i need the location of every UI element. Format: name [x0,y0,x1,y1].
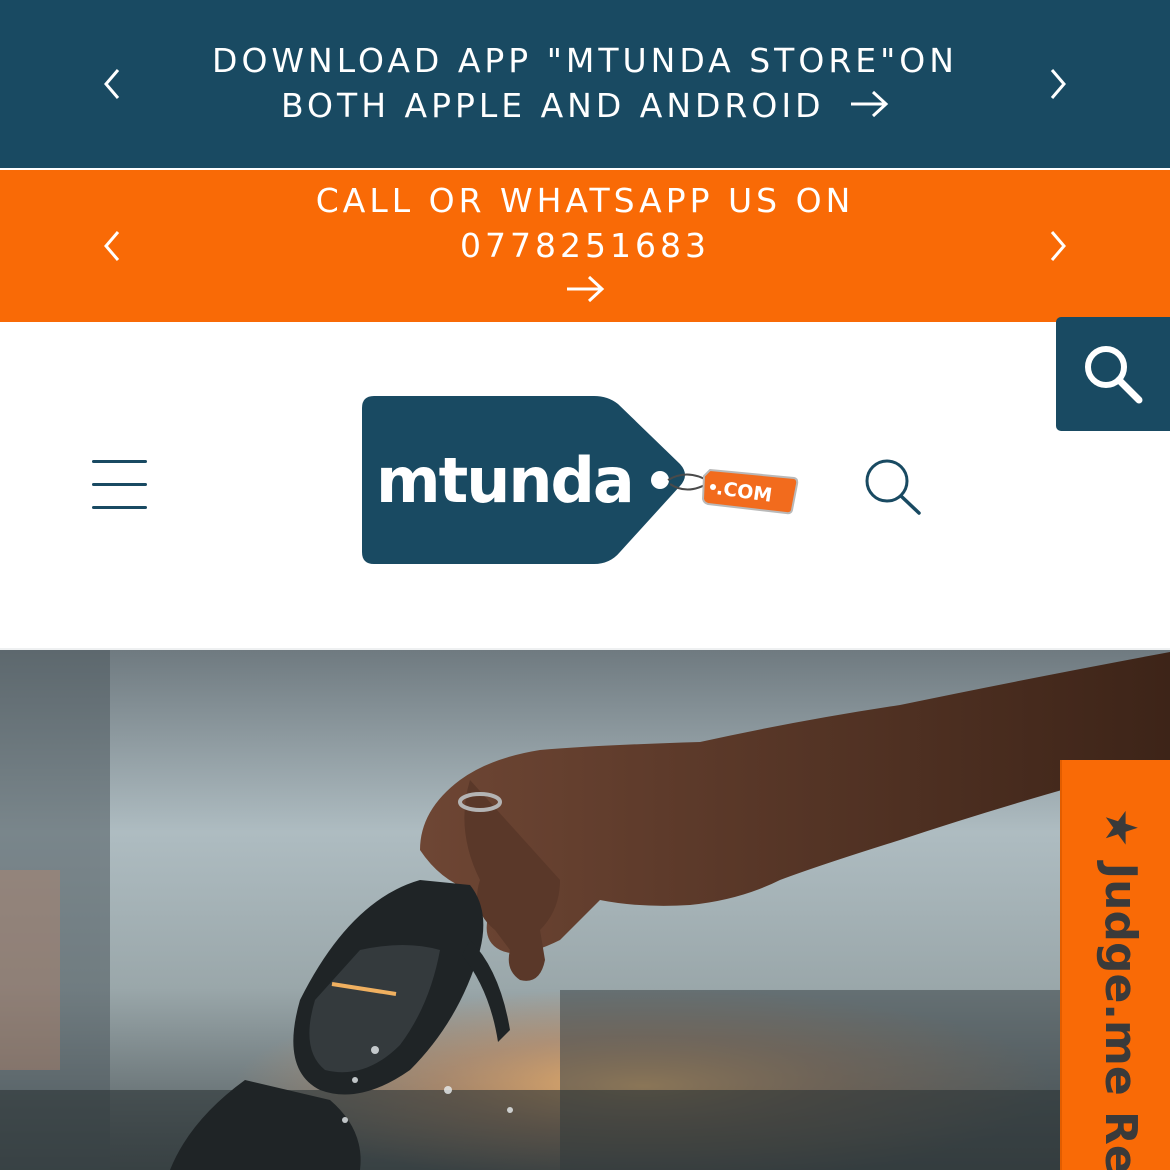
hero-photo-sunglasses [0,650,1170,1170]
hamburger-menu-icon [92,460,147,463]
announcement-text: DOWNLOAD APP "MTUNDA STORE"ON BOTH APPLE… [212,41,958,125]
chevron-right-icon [1050,69,1066,99]
hamburger-line [92,506,147,509]
announcement-link-contact[interactable]: CALL OR WHATSAPP US ON 0778251683 [185,178,985,315]
header-search-button[interactable] [860,454,926,520]
hamburger-line [92,483,147,486]
search-icon [865,459,921,515]
chevron-left-icon [104,69,120,99]
reviews-tab-text: Judge.me Re [1095,862,1146,1170]
floating-search-button[interactable] [1056,317,1170,431]
announcement-text: CALL OR WHATSAPP US ON 0778251683 [315,180,855,265]
reviews-tab-label: ★ Judge.me Re [1095,808,1146,1170]
announcement-bar-contact: CALL OR WHATSAPP US ON 0778251683 [0,170,1170,322]
menu-button[interactable] [90,458,150,512]
chevron-left-icon [104,231,120,261]
announcement-bar-app: DOWNLOAD APP "MTUNDA STORE"ON BOTH APPLE… [0,0,1170,168]
arrow-right-icon [849,85,889,130]
announcement-next-button[interactable] [1038,226,1078,266]
hero-banner-image[interactable] [0,650,1170,1170]
reviews-side-tab[interactable]: ★ Judge.me Re [1060,760,1170,1170]
announcement-prev-button[interactable] [92,226,132,266]
announcement-next-button[interactable] [1038,64,1078,104]
arrow-right-icon [565,270,605,315]
search-icon [1085,346,1143,404]
star-icon: ★ [1095,808,1146,848]
announcement-prev-button[interactable] [92,64,132,104]
site-header: mtunda .COM [0,322,1170,650]
chevron-right-icon [1050,231,1066,261]
announcement-link-app[interactable]: DOWNLOAD APP "MTUNDA STORE"ON BOTH APPLE… [185,38,985,130]
store-logo[interactable]: mtunda .COM [358,392,802,572]
logo-wordmark: mtunda [376,444,635,517]
